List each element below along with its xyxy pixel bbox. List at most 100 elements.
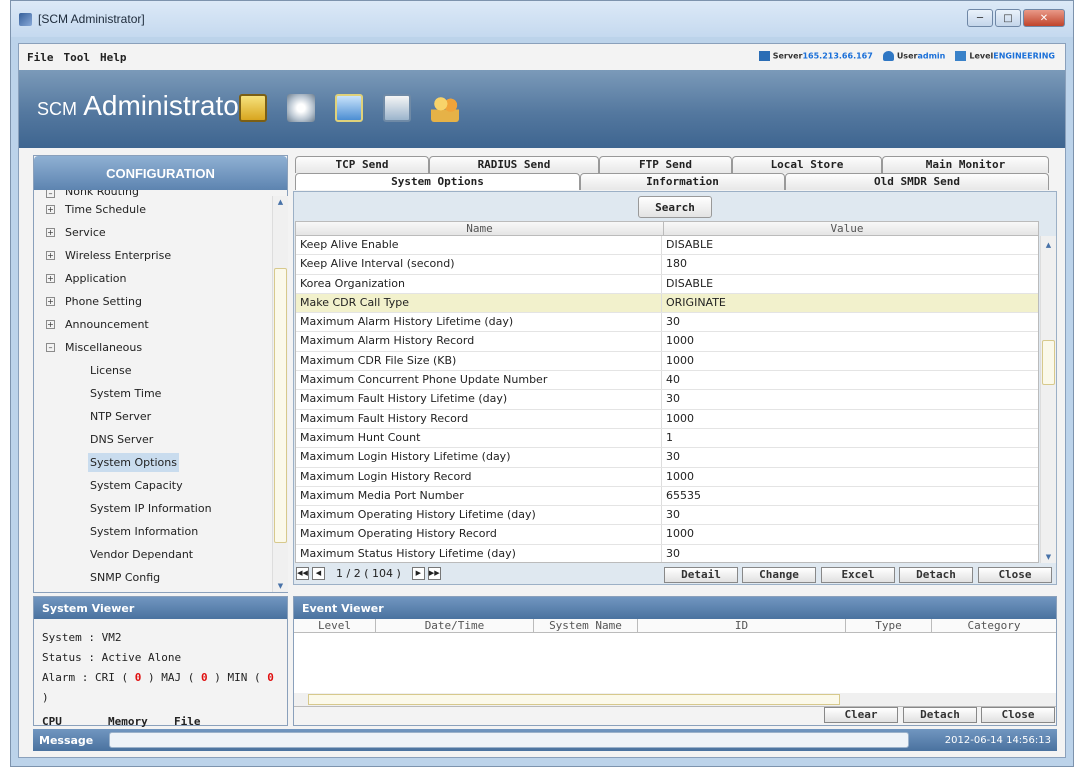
expand-icon[interactable]: +: [46, 320, 55, 329]
tree-leaf-vendor-dependant[interactable]: Vendor Dependant: [34, 543, 272, 566]
table-row[interactable]: Maximum Fault History Record 1000: [296, 409, 1038, 429]
table-row[interactable]: Maximum Media Port Number 65535: [296, 486, 1038, 507]
config-toolbar-icon[interactable]: [239, 94, 267, 122]
tab-local-store[interactable]: Local Store: [732, 156, 882, 173]
table-row[interactable]: Maximum Operating History Record 1000: [296, 525, 1038, 545]
table-row[interactable]: Maximum CDR File Size (KB) 1000: [296, 351, 1038, 372]
detail-button[interactable]: Detail: [664, 567, 738, 583]
tab-ftp-send[interactable]: FTP Send: [599, 156, 732, 173]
tree-leaf-snmp-config[interactable]: SNMP Config: [34, 566, 272, 589]
tree-node-time-schedule[interactable]: + Time Schedule: [34, 198, 272, 221]
tree-node-partial[interactable]: – Nonk Routing: [34, 190, 272, 198]
column-header-category[interactable]: Category: [932, 619, 1056, 632]
menu-file[interactable]: File: [27, 51, 54, 64]
tree-node-wireless-enterprise[interactable]: + Wireless Enterprise: [34, 244, 272, 267]
menu-help[interactable]: Help: [100, 51, 127, 64]
detach-button[interactable]: Detach: [899, 567, 973, 583]
table-scrollbar[interactable]: ▲ ▼: [1040, 236, 1056, 563]
first-page-icon[interactable]: ◀◀: [296, 567, 309, 580]
column-header-id[interactable]: ID: [638, 619, 846, 632]
last-page-icon[interactable]: ▶▶: [427, 567, 441, 580]
next-page-icon[interactable]: ▶: [411, 567, 425, 580]
tree-leaf-dns-server[interactable]: DNS Server: [34, 428, 272, 451]
tab-information[interactable]: Information: [580, 173, 785, 190]
column-header-level[interactable]: Level: [294, 619, 376, 632]
tree-node-announcement[interactable]: + Announcement: [34, 313, 272, 336]
table-row[interactable]: Make CDR Call Type ORIGINATE: [296, 293, 1038, 314]
column-header-type[interactable]: Type: [846, 619, 932, 632]
event-table-header: Level Date/Time System Name ID Type Cate…: [294, 619, 1056, 633]
tree-leaf-ntp-server[interactable]: NTP Server: [34, 405, 272, 428]
search-button[interactable]: Search: [638, 196, 712, 218]
event-clear-button[interactable]: Clear: [824, 707, 898, 723]
settings-toolbar-icon[interactable]: [287, 94, 315, 122]
column-header-system-name[interactable]: System Name: [534, 619, 638, 632]
table-row[interactable]: Maximum Concurrent Phone Update Number 40: [296, 371, 1038, 391]
menu-tool[interactable]: Tool: [64, 51, 91, 64]
maximize-button[interactable]: □: [995, 9, 1021, 27]
tab-old-smdr-send[interactable]: Old SMDR Send: [785, 173, 1049, 190]
scroll-up-icon[interactable]: ▲: [1042, 239, 1055, 251]
tree-node-phone-setting[interactable]: + Phone Setting: [34, 290, 272, 313]
table-row[interactable]: Maximum Operating History Lifetime (day)…: [296, 506, 1038, 526]
tree-leaf-system-information[interactable]: System Information: [34, 520, 272, 543]
tree-node-application[interactable]: + Application: [34, 267, 272, 290]
scroll-up-icon[interactable]: ▲: [274, 196, 287, 208]
expand-icon[interactable]: +: [46, 274, 55, 283]
message-label: Message: [39, 733, 94, 747]
prev-page-icon[interactable]: ◀: [312, 567, 325, 580]
expand-icon[interactable]: +: [46, 297, 55, 306]
tree-scrollbar[interactable]: ▲ ▼: [272, 196, 288, 592]
tree-scroll-thumb[interactable]: [274, 268, 287, 543]
option-name-cell: Maximum CDR File Size (KB): [296, 351, 662, 371]
expand-icon[interactable]: +: [46, 228, 55, 237]
excel-button[interactable]: Excel: [821, 567, 895, 583]
minimize-button[interactable]: ─: [967, 9, 993, 27]
scroll-down-icon[interactable]: ▼: [1042, 551, 1055, 563]
tree-leaf-system-options[interactable]: System Options: [34, 451, 272, 474]
tree-leaf-system-capacity[interactable]: System Capacity: [34, 474, 272, 497]
tree-node-service[interactable]: + Service: [34, 221, 272, 244]
column-header-name[interactable]: Name: [296, 222, 664, 235]
table-row[interactable]: Maximum Login History Lifetime (day) 30: [296, 448, 1038, 468]
tab-system-options[interactable]: System Options: [295, 173, 580, 190]
tree-node-miscellaneous[interactable]: – Miscellaneous: [34, 336, 272, 359]
option-name-cell: Maximum Media Port Number: [296, 486, 662, 506]
close-window-button[interactable]: ✕: [1023, 9, 1065, 27]
expand-icon[interactable]: +: [46, 205, 55, 214]
column-header-datetime[interactable]: Date/Time: [376, 619, 534, 632]
tab-main-monitor[interactable]: Main Monitor: [882, 156, 1049, 173]
monitor-toolbar-icon[interactable]: [335, 94, 363, 122]
table-row[interactable]: Maximum Alarm History Record 1000: [296, 332, 1038, 352]
event-detach-button[interactable]: Detach: [903, 707, 977, 723]
tree-leaf-system-time[interactable]: System Time: [34, 382, 272, 405]
tab-tcp-send[interactable]: TCP Send: [295, 156, 429, 173]
change-button[interactable]: Change: [742, 567, 816, 583]
message-toolbar-icon[interactable]: [383, 94, 411, 122]
table-row[interactable]: Keep Alive Interval (second) 180: [296, 255, 1038, 275]
scroll-down-icon[interactable]: ▼: [274, 580, 287, 592]
server-label: Server: [772, 51, 803, 61]
users-toolbar-icon[interactable]: [431, 94, 459, 122]
tree-leaf-system-ip-information[interactable]: System IP Information: [34, 497, 272, 520]
event-close-button[interactable]: Close: [981, 707, 1055, 723]
event-table: Level Date/Time System Name ID Type Cate…: [294, 619, 1056, 707]
table-row[interactable]: Maximum Alarm History Lifetime (day) 30: [296, 313, 1038, 333]
column-header-value[interactable]: Value: [664, 222, 1030, 235]
table-row[interactable]: Maximum Login History Record 1000: [296, 467, 1038, 487]
table-row[interactable]: Korea Organization DISABLE: [296, 274, 1038, 294]
expand-icon[interactable]: +: [46, 251, 55, 260]
event-scroll-thumb[interactable]: [308, 694, 840, 705]
table-row[interactable]: Keep Alive Enable DISABLE: [296, 236, 1038, 256]
system-viewer-panel: System Viewer System : VM2 Status : Acti…: [33, 596, 288, 737]
event-hscrollbar[interactable]: [294, 693, 1056, 706]
table-row[interactable]: Maximum Fault History Lifetime (day) 30: [296, 390, 1038, 410]
tree-leaf-license[interactable]: License: [34, 359, 272, 382]
table-scroll-thumb[interactable]: [1042, 340, 1055, 385]
close-button[interactable]: Close: [978, 567, 1052, 583]
collapse-icon[interactable]: –: [46, 343, 55, 352]
table-row[interactable]: Maximum Status History Lifetime (day) 30: [296, 544, 1038, 562]
tab-radius-send[interactable]: RADIUS Send: [429, 156, 599, 173]
table-row[interactable]: Maximum Hunt Count 1: [296, 428, 1038, 449]
logo-main: Administrator: [83, 90, 249, 121]
